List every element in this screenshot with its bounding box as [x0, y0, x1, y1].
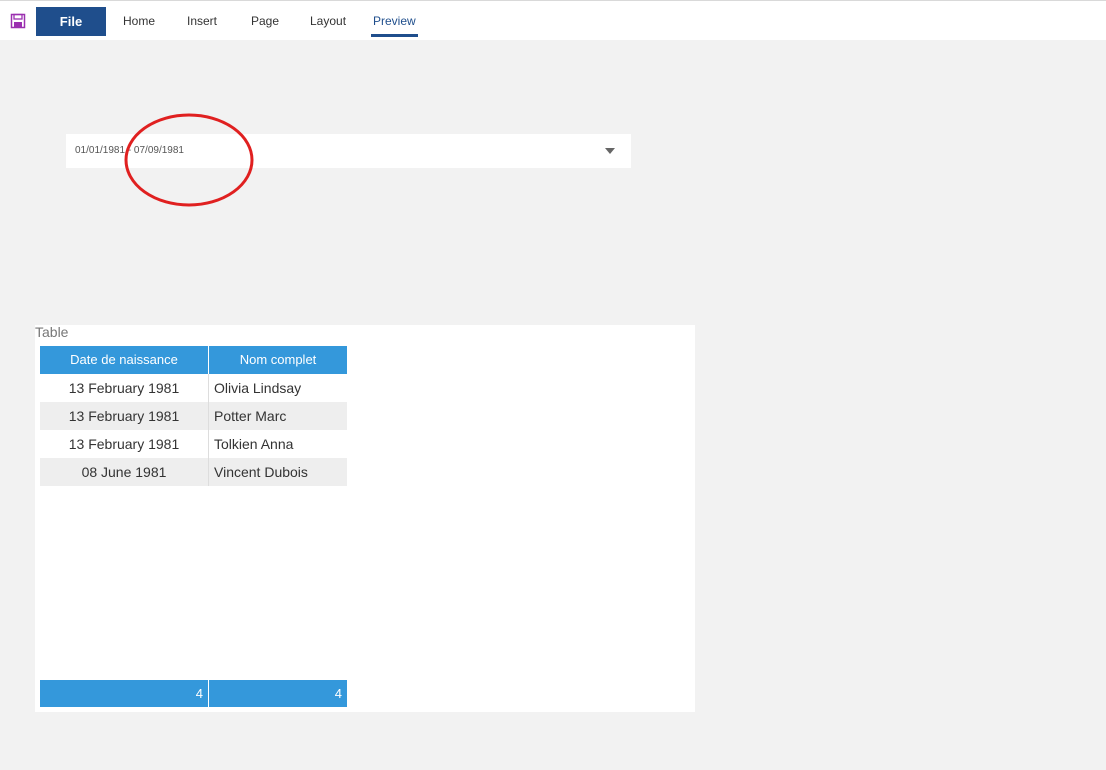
- fullname-count-cell: 4: [209, 680, 347, 707]
- fullname-cell: Tolkien Anna: [214, 436, 294, 452]
- tab-home[interactable]: Home: [123, 7, 155, 36]
- birthdate-cell: 13 February 1981: [40, 374, 209, 402]
- table-row: 13 February 1981 Olivia Lindsay: [40, 374, 347, 402]
- birthdate-cell: 13 February 1981: [40, 402, 209, 430]
- ribbon-bar: File Home Insert Page Layout Preview: [0, 1, 1106, 40]
- table-header-row: Date de naissance Nom complet: [40, 346, 347, 374]
- tab-preview[interactable]: Preview: [373, 7, 416, 36]
- tab-page[interactable]: Page: [251, 7, 279, 36]
- fullname-cell: Potter Marc: [209, 402, 347, 430]
- fullname-cell: Vincent Dubois: [209, 458, 347, 486]
- birthdate-cell: 13 February 1981: [40, 430, 209, 458]
- birthdate-cell: 08 June 1981: [40, 458, 209, 486]
- data-table: Date de naissance Nom complet 13 Februar…: [40, 346, 347, 707]
- table-footer-row: 4 4: [40, 680, 347, 707]
- column-header-fullname[interactable]: Nom complet: [209, 346, 347, 374]
- table-title: Table: [35, 324, 69, 340]
- red-circle-annotation: [124, 113, 254, 207]
- table-row: 13 February 1981 Potter Marc: [40, 402, 347, 430]
- column-header-birthdate[interactable]: Date de naissance: [40, 346, 209, 374]
- active-tab-indicator: [371, 34, 418, 37]
- table-row: 08 June 1981 Vincent Dubois: [40, 458, 347, 486]
- table-row: 13 February 1981 Tolkien Anna: [40, 430, 347, 458]
- file-button[interactable]: File: [36, 7, 106, 36]
- tab-layout[interactable]: Layout: [310, 7, 346, 36]
- tab-insert[interactable]: Insert: [187, 7, 217, 36]
- fullname-cell: Olivia Lindsay: [214, 380, 302, 396]
- save-icon[interactable]: [10, 13, 26, 29]
- birthdate-count-cell: 4: [40, 680, 209, 707]
- chevron-down-icon[interactable]: [605, 148, 615, 154]
